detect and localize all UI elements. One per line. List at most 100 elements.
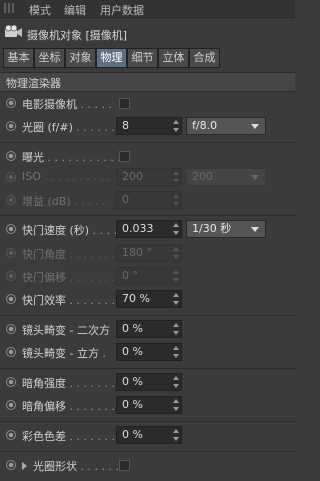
separator bbox=[0, 421, 295, 422]
fstop-input[interactable]: 8 bbox=[116, 117, 182, 135]
lens-distortion-quadratic-input[interactable]: 0 % bbox=[116, 320, 182, 338]
shutter-offset-input[interactable]: 0 ° bbox=[116, 267, 182, 285]
chromatic-aberration-label: 彩色色差 . . . . . . . . bbox=[22, 430, 122, 443]
shutter-efficiency-input[interactable]: 70 % bbox=[116, 290, 182, 308]
diaphragm-shape-checkbox[interactable] bbox=[119, 460, 130, 471]
stepper-icon[interactable] bbox=[173, 270, 179, 282]
animate-dot-icon[interactable] bbox=[6, 294, 16, 304]
row-fstop: 光圈 (f/#) . . . . . . . 8 f/8.0 bbox=[0, 115, 295, 139]
chevron-down-icon bbox=[251, 175, 259, 180]
vignetting-offset-input[interactable]: 0 % bbox=[116, 396, 182, 414]
grip-icon[interactable] bbox=[4, 3, 14, 13]
fstop-label: 光圈 (f/#) . . . . . . . bbox=[22, 121, 122, 134]
animate-dot-icon[interactable] bbox=[6, 172, 16, 182]
iso-preset-dropdown[interactable]: 200 bbox=[186, 168, 266, 186]
gain-label: 增益 (dB) . . . . . bbox=[22, 195, 106, 208]
chevron-down-icon bbox=[251, 124, 259, 129]
camera-icon bbox=[5, 25, 22, 37]
separator bbox=[0, 215, 295, 216]
shutter-angle-label: 快门角度 . . . . . . . . bbox=[22, 248, 122, 261]
separator bbox=[0, 451, 295, 452]
animate-dot-icon[interactable] bbox=[6, 324, 16, 334]
row-gain: 增益 (dB) . . . . . 0 bbox=[0, 189, 295, 213]
tab-coordinates[interactable]: 坐标 bbox=[34, 48, 65, 68]
shutter-speed-input[interactable]: 0.033 bbox=[116, 220, 182, 238]
lens-distortion-cubic-label: 镜头畸变 - 立方 . bbox=[22, 347, 106, 360]
tab-stereoscopic[interactable]: 立体 bbox=[158, 48, 189, 68]
object-title-bar: 摄像机对象 [摄像机] bbox=[0, 18, 295, 46]
row-lens-distortion-quadratic: 镜头畸变 - 二次方 0 % bbox=[0, 318, 295, 342]
menu-bar: 模式 编辑 用户数据 bbox=[0, 0, 295, 18]
exposure-label: 曝光 . . . . . . . . . . . bbox=[22, 151, 121, 164]
animate-dot-icon[interactable] bbox=[6, 224, 16, 234]
shutter-speed-preset-dropdown[interactable]: 1/30 秒 bbox=[186, 220, 266, 238]
menu-mode[interactable]: 模式 bbox=[29, 2, 51, 18]
movie-camera-label: 电影摄像机 . . . . . bbox=[22, 98, 112, 111]
expand-arrow-icon[interactable] bbox=[22, 462, 27, 470]
animate-dot-icon[interactable] bbox=[6, 400, 16, 410]
stepper-icon[interactable] bbox=[173, 293, 179, 305]
stepper-icon[interactable] bbox=[173, 120, 179, 132]
menu-user-data[interactable]: 用户数据 bbox=[100, 2, 144, 18]
row-iso: ISO . . . . . . . . . . . . 200 200 bbox=[0, 166, 295, 190]
row-vignetting-offset: 暗角偏移 . . . . . . . . 0 % bbox=[0, 394, 295, 418]
lens-distortion-cubic-input[interactable]: 0 % bbox=[116, 343, 182, 361]
iso-input[interactable]: 200 bbox=[116, 168, 182, 186]
shutter-angle-input[interactable]: 180 ° bbox=[116, 244, 182, 262]
animate-dot-icon[interactable] bbox=[6, 195, 16, 205]
animate-dot-icon[interactable] bbox=[6, 248, 16, 258]
section-header: 物理渲染器 bbox=[0, 72, 295, 92]
stepper-icon[interactable] bbox=[173, 194, 179, 206]
animate-dot-icon[interactable] bbox=[6, 377, 16, 387]
tab-composition[interactable]: 合成 bbox=[189, 48, 220, 68]
separator bbox=[0, 315, 295, 316]
iso-label: ISO . . . . . . . . . . . . bbox=[22, 170, 125, 183]
tab-basic[interactable]: 基本 bbox=[3, 48, 34, 68]
row-lens-distortion-cubic: 镜头畸变 - 立方 . 0 % bbox=[0, 341, 295, 365]
vignetting-intensity-input[interactable]: 0 % bbox=[116, 373, 182, 391]
vignetting-offset-label: 暗角偏移 . . . . . . . . bbox=[22, 400, 122, 413]
object-title: 摄像机对象 [摄像机] bbox=[27, 29, 128, 42]
vignetting-intensity-label: 暗角强度 . . . . . . . . bbox=[22, 377, 122, 390]
row-diaphragm-shape: 光圈形状 . . . . . . bbox=[0, 454, 295, 478]
movie-camera-checkbox[interactable] bbox=[119, 98, 130, 109]
stepper-icon[interactable] bbox=[173, 429, 179, 441]
row-shutter-angle: 快门角度 . . . . . . . . 180 ° bbox=[0, 242, 295, 266]
stepper-icon[interactable] bbox=[173, 223, 179, 235]
animate-dot-icon[interactable] bbox=[6, 151, 16, 161]
row-shutter-efficiency: 快门效率 . . . . . . . . 70 % bbox=[0, 288, 295, 312]
animate-dot-icon[interactable] bbox=[6, 347, 16, 357]
row-shutter-speed: 快门速度 (秒) . . . . 0.033 1/30 秒 bbox=[0, 218, 295, 242]
gain-input[interactable]: 0 bbox=[116, 191, 182, 209]
tab-object[interactable]: 对象 bbox=[65, 48, 96, 68]
animate-dot-icon[interactable] bbox=[6, 271, 16, 281]
exposure-checkbox[interactable] bbox=[119, 151, 130, 162]
tab-details[interactable]: 细节 bbox=[127, 48, 158, 68]
row-vignetting-intensity: 暗角强度 . . . . . . . . 0 % bbox=[0, 371, 295, 395]
stepper-icon[interactable] bbox=[173, 323, 179, 335]
lens-distortion-quadratic-label: 镜头畸变 - 二次方 bbox=[22, 324, 110, 337]
stepper-icon[interactable] bbox=[173, 171, 179, 183]
row-chromatic-aberration: 彩色色差 . . . . . . . . 0 % bbox=[0, 424, 295, 448]
animate-dot-icon[interactable] bbox=[6, 121, 16, 131]
animate-dot-icon[interactable] bbox=[6, 98, 16, 108]
shutter-offset-label: 快门偏移 . . . . . . . . bbox=[22, 271, 122, 284]
tab-physical[interactable]: 物理 bbox=[96, 48, 127, 68]
stepper-icon[interactable] bbox=[173, 399, 179, 411]
fstop-preset-dropdown[interactable]: f/8.0 bbox=[186, 117, 266, 135]
animate-dot-icon[interactable] bbox=[6, 430, 16, 440]
chevron-down-icon bbox=[251, 227, 259, 232]
row-movie-camera: 电影摄像机 . . . . . bbox=[0, 92, 295, 116]
section-title: 物理渲染器 bbox=[6, 77, 61, 90]
menu-edit[interactable]: 编辑 bbox=[64, 2, 86, 18]
chromatic-aberration-input[interactable]: 0 % bbox=[116, 426, 182, 444]
stepper-icon[interactable] bbox=[173, 376, 179, 388]
shutter-efficiency-label: 快门效率 . . . . . . . . bbox=[22, 294, 122, 307]
animate-dot-icon[interactable] bbox=[6, 460, 16, 470]
row-shutter-offset: 快门偏移 . . . . . . . . 0 ° bbox=[0, 265, 295, 289]
shutter-speed-label: 快门速度 (秒) . . . . bbox=[22, 224, 118, 237]
stepper-icon[interactable] bbox=[173, 247, 179, 259]
separator bbox=[0, 142, 295, 143]
stepper-icon[interactable] bbox=[173, 346, 179, 358]
separator bbox=[0, 368, 295, 369]
